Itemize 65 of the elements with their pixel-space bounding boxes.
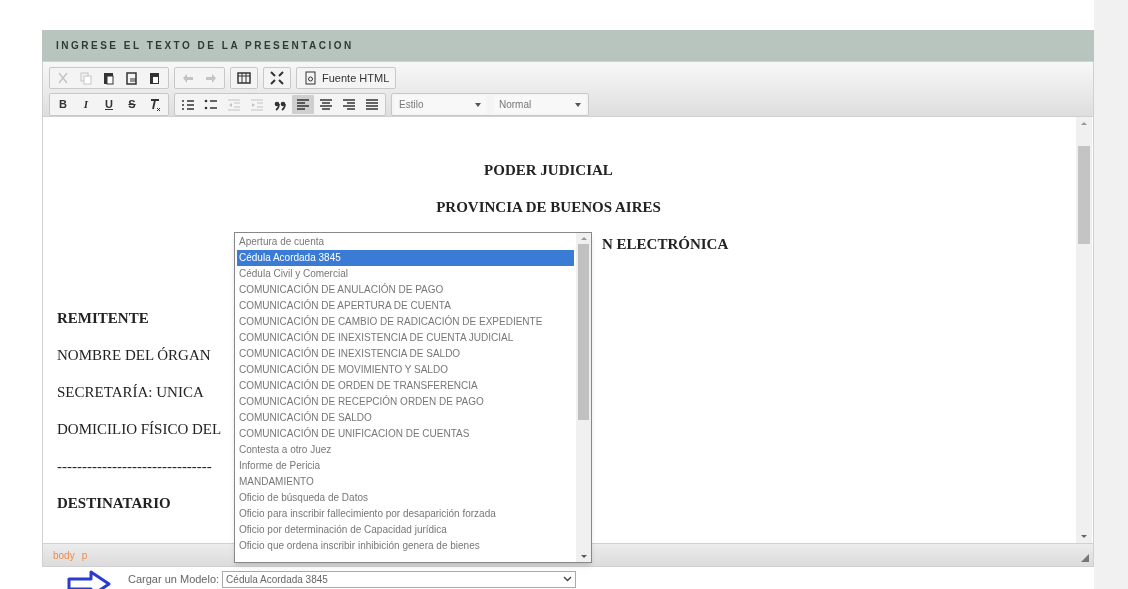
body-text: NOMBRE DEL ÓRGAN (57, 346, 211, 366)
strike-button[interactable]: S (121, 95, 143, 115)
section-title: INGRESE EL TEXTO DE LA PRESENTACION (56, 38, 354, 53)
dropdown-option[interactable]: COMUNICACIÓN DE RECEPCIÓN ORDEN DE PAGO (237, 394, 574, 410)
dropdown-option[interactable]: COMUNICACIÓN DE SALDO (237, 410, 574, 426)
dropdown-option[interactable]: COMUNICACIÓN DE INEXISTENCIA DE CUENTA JUDICIAL (237, 330, 574, 346)
dropdown-option[interactable]: COMUNICACIÓN DE MOVIMIENTO Y SALDO (237, 362, 574, 378)
dropdown-option[interactable]: COMUNICACIÓN DE CAMBIO DE RADICACIÓN DE EXPEDIENTE (237, 314, 574, 330)
caret-icon (475, 102, 481, 107)
scrollbar[interactable] (1076, 116, 1092, 544)
align-right-icon (341, 96, 357, 113)
dropdown-option[interactable]: Oficio para inscribir fallecimiento por desaparición forzada (237, 506, 574, 522)
scrollbar[interactable] (576, 233, 591, 562)
heading-text: PODER JUDICIAL (484, 161, 613, 181)
scrollbar-thumb[interactable] (1078, 145, 1090, 244)
scroll-up-icon (580, 237, 587, 240)
model-select[interactable]: Cédula Acordada 3845 (222, 570, 577, 588)
scrollbar-thumb[interactable] (578, 244, 589, 420)
section-heading: REMITENTE (57, 309, 149, 329)
indent-icon (249, 96, 265, 113)
dropdown-list[interactable] (234, 232, 592, 563)
dropdown-option[interactable]: MANDAMIENTO (237, 474, 574, 490)
scroll-down-icon (580, 555, 587, 558)
dropdown-option[interactable]: COMUNICACIÓN DE UNIFICACION DE CUENTAS (237, 426, 574, 442)
bold-button[interactable]: B (52, 95, 74, 115)
caret-icon (575, 102, 581, 107)
style-dropdown[interactable]: Estilo (394, 95, 486, 115)
table-icon (236, 70, 252, 87)
source-button[interactable]: Fuente HTML (299, 68, 394, 88)
scroll-up-icon (1081, 121, 1087, 125)
justify-icon (364, 96, 380, 113)
paste-icon (101, 70, 117, 87)
body-text: SECRETARÍA: UNICA (57, 383, 204, 403)
dropdown-option[interactable]: Cédula Civil y Comercial (237, 266, 574, 282)
align-center-icon (318, 96, 334, 113)
scroll-down-icon (1081, 535, 1087, 539)
dropdown-option[interactable]: Oficio que ordena inscribir inhibición genera de bienes (237, 538, 574, 554)
italic-button[interactable]: I (75, 95, 97, 115)
dropdown-option[interactable]: Oficio de búsqueda de Datos (237, 490, 574, 506)
chevron-down-icon (563, 576, 573, 582)
document-icon (303, 70, 319, 87)
copy-icon (78, 70, 94, 87)
align-left-button[interactable] (292, 95, 314, 115)
field-label: Cargar un Modelo: (128, 571, 220, 587)
outdent-icon (226, 96, 242, 113)
paste-text-icon (124, 70, 140, 87)
heading-text: PROVINCIA DE BUENOS AIRES (436, 198, 661, 218)
dropdown-option[interactable]: Cédula Acordada 3845 (237, 250, 574, 266)
dropdown-option[interactable]: COMUNICACIÓN DE APERTURA DE CUENTA (237, 298, 574, 314)
dropdown-option[interactable]: Informe de Pericia (237, 458, 574, 474)
style-dropdown[interactable]: Normal (494, 95, 586, 115)
body-text: DOMICILIO FÍSICO DEL (57, 420, 222, 440)
dropdown-option[interactable]: Oficio por determinación de Capacidad jurídica (237, 522, 574, 538)
dropdown-option[interactable]: COMUNICACIÓN DE ANULACIÓN DE PAGO (237, 282, 574, 298)
maximize-icon (269, 70, 285, 87)
dropdown-option[interactable]: Apertura de cuenta (237, 234, 574, 250)
body-text: ------------------------------- (57, 457, 212, 477)
resize-handle-icon (1081, 554, 1089, 562)
dropdown-option[interactable]: COMUNICACIÓN DE ORDEN DE TRANSFERENCIA (237, 378, 574, 394)
dropdown-option[interactable]: COMUNICACIÓN DE INEXISTENCIA DE SALDO (237, 346, 574, 362)
underline-button[interactable]: U (98, 95, 120, 115)
section-heading: DESTINATARIO (57, 494, 171, 514)
dropdown-option[interactable]: Contesta a otro Juez (237, 442, 574, 458)
align-left-icon (295, 96, 311, 113)
heading-text: N ELECTRÓNICA (602, 235, 729, 255)
